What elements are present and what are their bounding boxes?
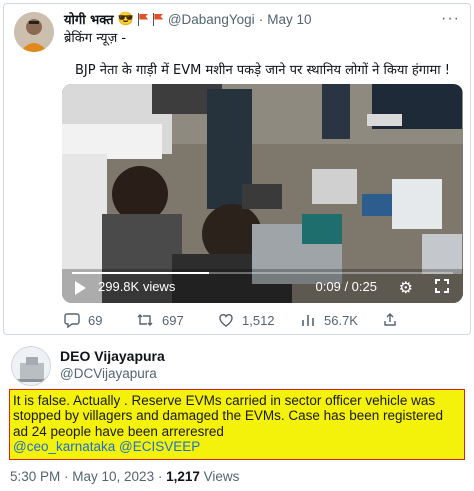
reply-views-count: 1,217 [166,469,200,484]
video-progress-bar[interactable] [72,272,453,274]
saffron-flag-icon [152,12,164,26]
reply-display-name[interactable]: DEO Vijayapura [60,348,165,364]
sunglasses-emoji-icon: 😎 [117,11,134,26]
reply-views-label: Views [199,469,240,484]
reply-text-line: stopped by villagers and damaged the EVM… [13,408,444,424]
retweet-count: 697 [162,312,184,328]
reply-user-avatar[interactable] [11,346,51,386]
gear-icon[interactable]: ⚙ [399,278,413,298]
reply-footer: 5:30 PM · May 10, 2023 · 1,217 Views [10,469,239,484]
tweet-date[interactable]: May 10 [267,12,311,27]
user-avatar[interactable] [14,12,54,52]
tweet-actions: 69 697 1,512 56.7K [64,310,464,332]
video-player[interactable]: 299.8K views 0:09 / 0:25 ⚙ [62,84,463,303]
reply-text-highlighted: It is false. Actually . Reserve EVMs car… [9,389,465,460]
saffron-flag-icon [137,12,149,26]
share-icon [384,313,396,326]
share-button[interactable] [382,312,406,328]
views-button[interactable]: 56.7K [300,312,358,328]
retweet-icon [137,314,153,326]
reply-button[interactable]: 69 [64,312,102,328]
fullscreen-icon[interactable] [435,279,449,293]
bar-chart-icon [302,315,314,326]
display-name[interactable]: योगी भक्त [64,10,114,28]
tweet-tagline: ब्रेकिंग न्यूज़ - [64,31,127,46]
like-count: 1,512 [242,312,275,328]
tweet-headline: BJP नेता के गाड़ी में EVM मशीन पकड़े जान… [75,63,450,78]
original-tweet-card[interactable]: योगी भक्त 😎 @DabangYogi · May 10 ··· ब्र… [3,3,471,335]
reply-mentions[interactable]: @ceo_karnataka @ECISVEEP [13,439,459,454]
video-time: 0:09 / 0:25 [315,279,377,294]
video-controls: 299.8K views 0:09 / 0:25 ⚙ [62,269,463,303]
reply-timestamp[interactable]: 5:30 PM · May 10, 2023 · [10,469,166,484]
separator-dot: · [258,11,264,27]
heart-icon [219,314,233,327]
reply-text-line: It is false. Actually . Reserve EVMs car… [13,393,436,408]
play-icon[interactable] [75,281,86,295]
video-views: 299.8K views [98,279,176,294]
more-options-icon[interactable]: ··· [441,10,460,28]
reply-icon [64,313,80,328]
reply-text-line: ad 24 people have been arreresred [13,423,224,439]
views-count: 56.7K [324,312,358,328]
user-handle[interactable]: @DabangYogi [168,12,255,27]
reply-count: 69 [88,312,103,328]
reply-user-handle[interactable]: @DCVijayapura [60,366,157,381]
like-button[interactable]: 1,512 [218,312,275,328]
retweet-button[interactable]: 697 [136,312,184,328]
video-progress-fill [72,272,210,274]
tweet-header: योगी भक्त 😎 @DabangYogi · May 10 [64,10,312,28]
